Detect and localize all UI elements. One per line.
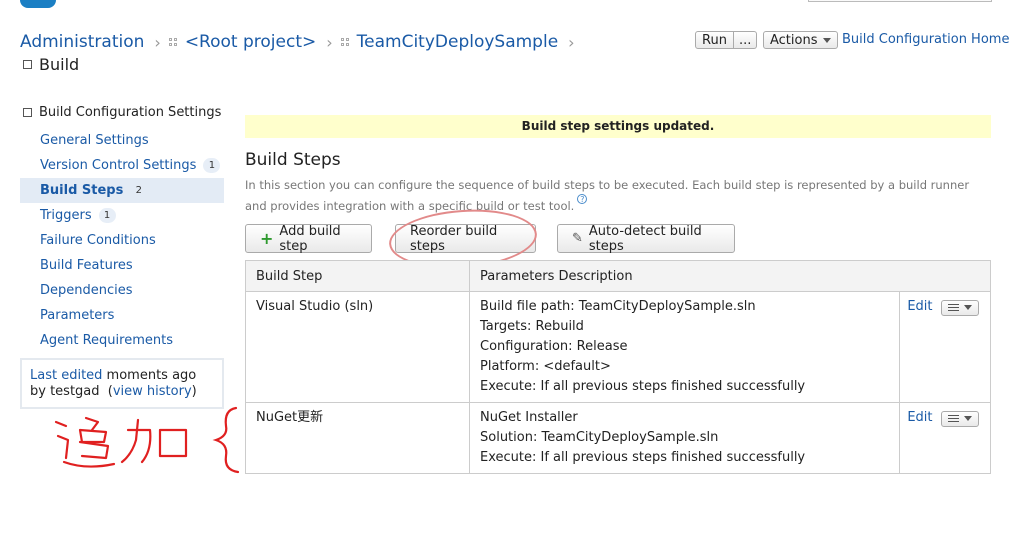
edit-cell: Edit bbox=[899, 402, 937, 474]
sidebar-item-dependencies[interactable]: Dependencies bbox=[20, 278, 224, 303]
list-icon bbox=[947, 415, 959, 422]
table-row[interactable]: Visual Studio (sln) Build file path: Tea… bbox=[245, 291, 991, 403]
sidebar-item-agent-requirements[interactable]: Agent Requirements bbox=[20, 328, 224, 353]
last-edited-link[interactable]: Last edited bbox=[30, 368, 102, 383]
sidebar: Build Configuration Settings General Set… bbox=[20, 103, 224, 353]
reorder-build-steps-button[interactable]: Reorder build steps bbox=[395, 224, 536, 254]
chevron-down-icon bbox=[963, 305, 972, 310]
plus-icon: + bbox=[260, 229, 274, 248]
count-badge: 1 bbox=[98, 208, 116, 223]
view-history-link[interactable]: view history bbox=[113, 384, 192, 399]
chevron-down-icon bbox=[963, 416, 972, 421]
section-description: In this section you can configure the se… bbox=[245, 178, 970, 213]
magic-wand-icon: ✎ bbox=[572, 231, 583, 246]
sidebar-nav: General Settings Version Control Setting… bbox=[20, 128, 224, 353]
sidebar-item-build-steps[interactable]: Build Steps 2 bbox=[20, 178, 224, 203]
project-icon bbox=[340, 37, 350, 47]
step-parameters: Build file path: TeamCityDeploySample.sl… bbox=[468, 291, 901, 403]
actions-dropdown[interactable]: Actions bbox=[763, 31, 838, 49]
step-menu-button[interactable] bbox=[940, 299, 979, 316]
sidebar-header: Build Configuration Settings bbox=[23, 103, 224, 121]
list-icon bbox=[947, 304, 959, 311]
build-configuration-home-link[interactable]: Build Configuration Home bbox=[842, 32, 1009, 47]
handwritten-brace bbox=[212, 406, 240, 474]
table-row[interactable]: NuGet更新 NuGet Installer Solution: TeamCi… bbox=[245, 402, 991, 474]
last-edited-box: Last edited moments ago by testgad (view… bbox=[20, 358, 224, 409]
build-config-icon bbox=[23, 60, 32, 69]
search-box-edge[interactable] bbox=[808, 0, 992, 2]
sidebar-item-build-features[interactable]: Build Features bbox=[20, 253, 224, 278]
step-name: NuGet更新 bbox=[245, 402, 470, 474]
page-title-text: Build bbox=[39, 55, 80, 74]
sidebar-item-parameters[interactable]: Parameters bbox=[20, 303, 224, 328]
handwritten-annotation bbox=[54, 406, 240, 474]
chevron-right-icon: › bbox=[326, 32, 333, 52]
run-button-group: Run ... bbox=[695, 31, 758, 49]
handwritten-tsuika bbox=[54, 416, 188, 468]
settings-section-icon bbox=[23, 107, 32, 117]
last-edited-by: by testgad bbox=[30, 384, 100, 399]
breadcrumb-root-project[interactable]: <Root project> bbox=[185, 32, 316, 52]
sidebar-item-failure-conditions[interactable]: Failure Conditions bbox=[20, 228, 224, 253]
teamcity-logo[interactable] bbox=[20, 0, 56, 8]
chevron-right-icon: › bbox=[154, 32, 161, 52]
table-header-row: Build Step Parameters Description bbox=[245, 260, 991, 292]
project-icon bbox=[168, 37, 178, 47]
edit-step-link[interactable]: Edit bbox=[907, 410, 932, 425]
edit-cell: Edit bbox=[899, 291, 937, 403]
run-button[interactable]: Run bbox=[695, 31, 734, 49]
sidebar-item-version-control-settings[interactable]: Version Control Settings 1 bbox=[20, 153, 224, 178]
run-options-button[interactable]: ... bbox=[733, 31, 758, 49]
section-title: Build Steps bbox=[245, 150, 341, 170]
breadcrumb: Administration › <Root project> › TeamCi… bbox=[20, 31, 583, 53]
actions-label: Actions bbox=[770, 32, 818, 48]
step-menu-button[interactable] bbox=[940, 410, 979, 427]
sidebar-item-triggers[interactable]: Triggers 1 bbox=[20, 203, 224, 228]
auto-detect-build-steps-button[interactable]: ✎ Auto-detect build steps bbox=[557, 224, 735, 254]
column-header-parameters: Parameters Description bbox=[469, 260, 991, 292]
breadcrumb-project[interactable]: TeamCityDeploySample bbox=[357, 32, 559, 52]
help-icon[interactable]: ? bbox=[577, 194, 588, 204]
step-name: Visual Studio (sln) bbox=[245, 291, 470, 403]
count-badge: 1 bbox=[203, 158, 221, 173]
edit-step-link[interactable]: Edit bbox=[907, 299, 932, 314]
build-steps-table: Build Step Parameters Description Visual… bbox=[245, 260, 991, 474]
menu-cell bbox=[936, 402, 991, 474]
page-title: Build bbox=[23, 55, 79, 74]
status-notice: Build step settings updated. bbox=[245, 115, 991, 138]
count-badge: 2 bbox=[135, 185, 143, 196]
breadcrumb-administration[interactable]: Administration bbox=[20, 32, 144, 52]
chevron-down-icon bbox=[822, 37, 831, 43]
sidebar-item-general-settings[interactable]: General Settings bbox=[20, 128, 224, 153]
column-header-build-step: Build Step bbox=[245, 260, 470, 292]
add-build-step-button[interactable]: + Add build step bbox=[245, 224, 372, 254]
chevron-right-icon[interactable]: › bbox=[568, 33, 574, 52]
last-edited-time: moments ago bbox=[102, 368, 197, 383]
menu-cell bbox=[936, 291, 991, 403]
step-parameters: NuGet Installer Solution: TeamCityDeploy… bbox=[468, 402, 901, 474]
